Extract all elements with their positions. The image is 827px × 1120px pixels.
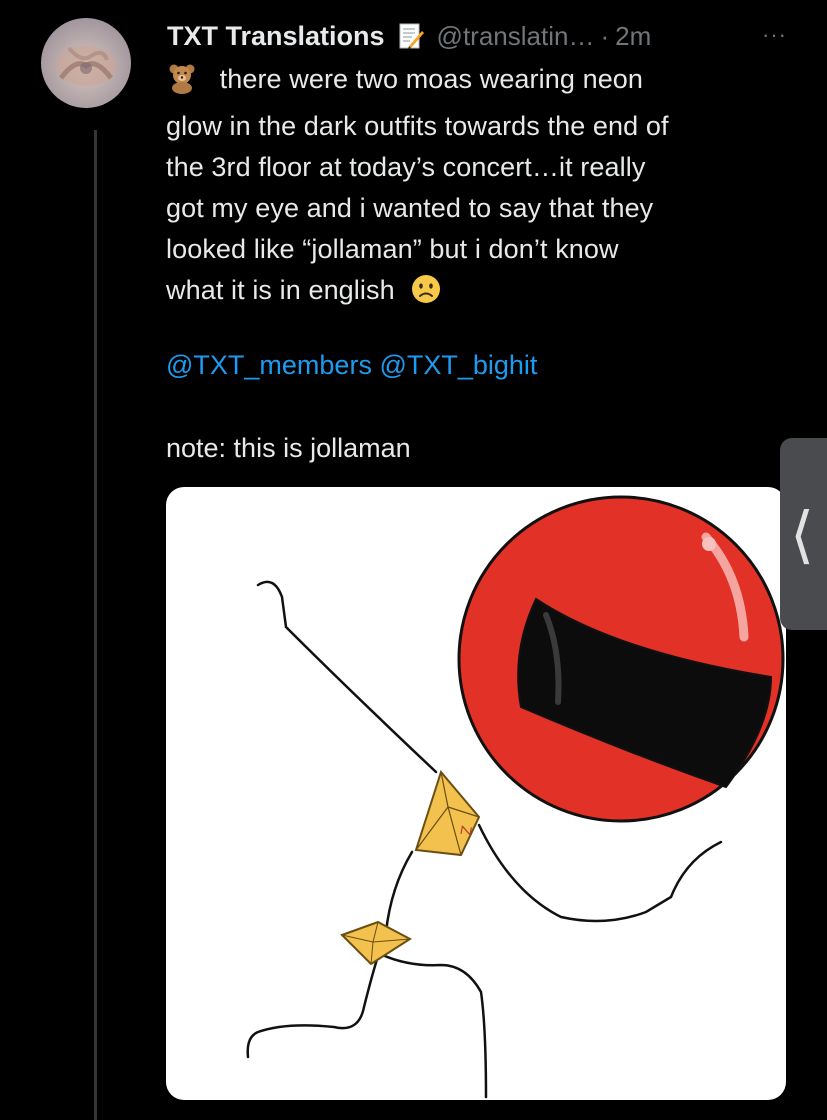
tweet-note: note: this is jollaman: [166, 433, 411, 463]
author-display-name[interactable]: TXT Translations: [167, 21, 385, 52]
tweet-body-text: what it is in english: [166, 275, 395, 305]
mention-link[interactable]: @TXT_bighit: [379, 350, 537, 380]
tweet-body-text: there were two moas wearing neon: [219, 64, 644, 94]
slightly-frowning-face-emoji: [410, 273, 442, 317]
more-options-icon[interactable]: ···: [762, 22, 787, 48]
chevron-left-icon: ⟨: [790, 498, 815, 571]
mention-link[interactable]: @TXT_members: [166, 350, 372, 380]
jollaman-drawing: Z: [246, 495, 785, 1099]
tweet-body-line: looked like “jollaman” but i don’t know: [166, 234, 619, 264]
tweet-body-line: glow in the dark outfits towards the end…: [166, 111, 669, 141]
teddy-bear-emoji: [166, 62, 198, 106]
author-avatar[interactable]: [41, 18, 131, 108]
tweet-body-line: there were two moas wearing neon: [166, 59, 806, 106]
side-panel-toggle[interactable]: ⟨: [780, 438, 827, 630]
tweet-body: there were two moas wearing neon glow in…: [166, 59, 806, 317]
author-handle[interactable]: @translatin…: [437, 21, 595, 52]
thread-connector-line: [94, 130, 97, 1120]
separator-dot: ·: [600, 20, 610, 51]
tweet-timestamp[interactable]: 2m: [615, 21, 651, 52]
avatar-hands-photo: [56, 46, 116, 86]
tweet-header: TXT Translations @translatin… · 2m ···: [167, 16, 787, 56]
tweet-body-line: the 3rd floor at today’s concert…it real…: [166, 152, 646, 182]
tweet-mentions: @TXT_members @TXT_bighit: [166, 345, 537, 386]
tweet-media-image[interactable]: Z: [166, 487, 786, 1100]
tweet-body-line: got my eye and i wanted to say that they: [166, 193, 654, 223]
memo-icon: [397, 22, 425, 50]
tweet-body-line: what it is in english: [166, 270, 806, 317]
